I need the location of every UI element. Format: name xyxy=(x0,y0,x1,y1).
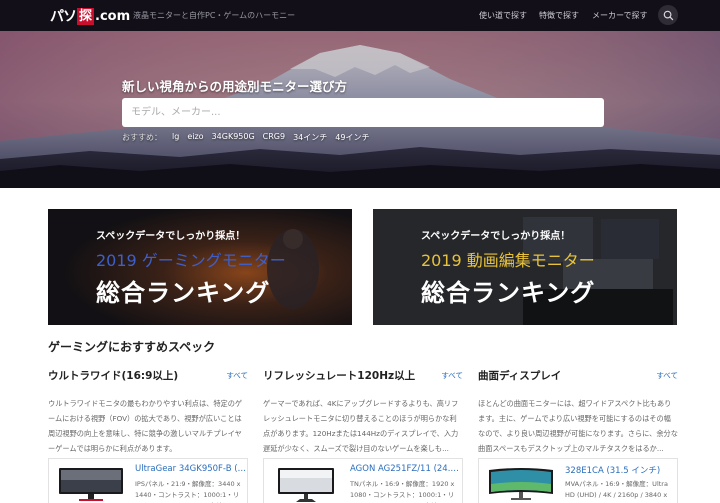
search-icon xyxy=(663,10,673,20)
hero-section: 新しい視角からの用途別モニター選び方 おすすめ： lg eizo 34GK950… xyxy=(0,31,720,188)
site-logo[interactable]: パソ 探 .com xyxy=(50,6,130,26)
see-all-link[interactable]: すべて xyxy=(656,370,678,381)
column-heading: ウルトラワイド(16:9以上) xyxy=(48,370,179,382)
banner-category: 2019 ゲーミングモニター xyxy=(96,251,286,270)
spec-column-curved: 曲面ディスプレイ すべて ほとんどの曲面モニターには、超ワイドアスペクト比もあり… xyxy=(478,368,678,457)
banner-subtitle: スペックデータでしっかり採点！ xyxy=(96,231,246,242)
product-card[interactable]: 328E1CA (31.5 インチ) MVAパネル・16:9・解像度：Ultra… xyxy=(478,458,678,503)
see-all-link[interactable]: すべて xyxy=(441,370,463,381)
search-button[interactable] xyxy=(658,5,678,25)
column-description: ゲーマーであれば、4Kにアップグレードするよりも、高リフレッシュレートモニタに切… xyxy=(263,399,459,453)
gaming-ranking-banner[interactable]: スペックデータでしっかり採点！ 2019 ゲーミングモニター 総合ランキング xyxy=(48,209,352,325)
product-spec: TNパネル・16:9・解像度：1920 x 1080・コントラスト：1000:1… xyxy=(350,480,455,503)
hero-title: 新しい視角からの用途別モニター選び方 xyxy=(122,79,348,94)
spec-column-ultrawide: ウルトラワイド(16:9以上) すべて ウルトラワイドモニタの最もわかりやすい利… xyxy=(48,368,248,457)
keyword-link[interactable]: CRG9 xyxy=(263,132,285,143)
recommended-keywords: おすすめ： lg eizo 34GK950G CRG9 34インチ 49インチ xyxy=(122,132,369,143)
keyword-link[interactable]: 34インチ xyxy=(293,132,327,143)
banner-title: 総合ランキング xyxy=(96,279,271,307)
keyword-link[interactable]: eizo xyxy=(187,132,203,143)
column-description: ウルトラワイドモニタの最もわかりやすい利点は、特定のゲームにおける視野（FOV）… xyxy=(48,399,243,453)
video-editing-ranking-banner[interactable]: スペックデータでしっかり採点！ 2019 動画編集モニター 総合ランキング xyxy=(373,209,677,325)
keyword-link[interactable]: lg xyxy=(172,132,179,143)
nav-link-by-feature[interactable]: 特徴で探す xyxy=(539,10,579,21)
logo-mark: 探 xyxy=(77,7,95,25)
nav-link-by-use[interactable]: 使い道で探す xyxy=(479,10,527,21)
logo-domain: .com xyxy=(95,8,131,24)
monitor-thumbnail xyxy=(59,468,123,501)
spec-column-refresh-rate: リフレッシュレート120Hz以上 すべて ゲーマーであれば、4Kにアップグレード… xyxy=(263,368,463,457)
banner-subtitle: スペックデータでしっかり採点！ xyxy=(421,231,571,242)
product-spec: MVAパネル・16:9・解像度：Ultra HD (UHD) / 4K / 21… xyxy=(565,480,668,503)
column-heading: リフレッシュレート120Hz以上 xyxy=(263,370,416,382)
banner-category: 2019 動画編集モニター xyxy=(421,251,595,270)
column-description: ほとんどの曲面モニターには、超ワイドアスペクト比もあります。主に、ゲームでより広… xyxy=(478,399,678,453)
nav-link-by-maker[interactable]: メーカーで探す xyxy=(592,10,648,21)
monitor-thumbnail xyxy=(489,468,553,500)
product-title: 328E1CA (31.5 インチ) xyxy=(565,466,661,476)
product-title: AGON AG251FZ/11 (24.5 ... xyxy=(350,464,462,474)
monitor-thumbnail xyxy=(278,468,334,502)
section-title: ゲーミングにおすすめスペック xyxy=(48,340,216,354)
keyword-link[interactable]: 49インチ xyxy=(335,132,369,143)
top-navigation-bar: パソ 探 .com 液晶モニターと自作PC・ゲームのハーモニー 使い道で探す 特… xyxy=(0,0,720,31)
column-heading: 曲面ディスプレイ xyxy=(478,370,562,382)
hero-search-input[interactable] xyxy=(122,98,604,127)
product-title: UltraGear 34GK950F-B (3... xyxy=(135,464,247,474)
see-all-link[interactable]: すべて xyxy=(226,370,248,381)
product-card[interactable]: AGON AG251FZ/11 (24.5 ... TNパネル・16:9・解像度… xyxy=(263,458,463,503)
banner-title: 総合ランキング xyxy=(421,279,596,307)
recommended-label: おすすめ： xyxy=(122,133,162,142)
logo-text: パソ xyxy=(50,9,77,25)
keyword-link[interactable]: 34GK950G xyxy=(212,132,255,143)
site-tagline: 液晶モニターと自作PC・ゲームのハーモニー xyxy=(133,11,296,20)
product-spec: IPSパネル・21:9・解像度：3440 x 1440・コントラスト：1000:… xyxy=(135,480,241,503)
product-card[interactable]: UltraGear 34GK950F-B (3... IPSパネル・21:9・解… xyxy=(48,458,248,503)
